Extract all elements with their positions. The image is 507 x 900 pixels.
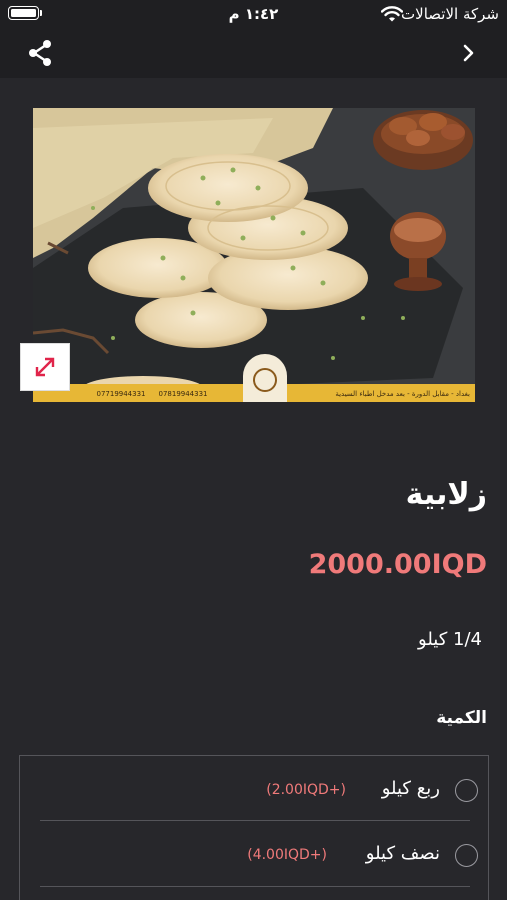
product-photo: بغداد - مقابل الدورة - بعد مدخل اطباء ال… — [33, 108, 475, 402]
image-phone-1: 07819944331 — [159, 390, 208, 398]
option-label: نصف كيلو — [365, 843, 440, 864]
product-title: زلابية — [405, 477, 487, 512]
option-quarter-kilo[interactable]: ربع كيلو (+2.00IQD) — [20, 758, 488, 822]
share-icon[interactable] — [26, 38, 56, 68]
option-half-kilo[interactable]: نصف كيلو (+4.00IQD) — [20, 823, 488, 887]
quantity-label: الكمية — [436, 708, 487, 728]
expand-icon — [35, 357, 55, 377]
option-price-extra: (+4.00IQD) — [247, 847, 327, 863]
wifi-icon — [381, 6, 403, 22]
image-banner-address: بغداد - مقابل الدورة - بعد مدخل اطباء ال… — [335, 390, 470, 398]
divider — [40, 820, 470, 821]
image-phone-2: 07719944331 — [97, 390, 146, 398]
option-price-extra: (+2.00IQD) — [266, 782, 346, 798]
divider — [40, 886, 470, 887]
status-bar: ١:٤٢ م شركة الاتصالات — [0, 0, 507, 30]
expand-image-button[interactable] — [20, 343, 70, 391]
option-label: ربع كيلو — [381, 778, 440, 799]
product-price: 2000.00IQD — [308, 549, 487, 580]
radio-button[interactable] — [455, 779, 478, 802]
chevron-right-icon[interactable] — [461, 42, 477, 64]
product-image: بغداد - مقابل الدورة - بعد مدخل اطباء ال… — [33, 108, 475, 402]
quantity-options: ربع كيلو (+2.00IQD) نصف كيلو (+4.00IQD) — [19, 755, 489, 900]
carrier-name: شركة الاتصالات — [401, 5, 499, 23]
nav-bar — [0, 30, 507, 78]
radio-button[interactable] — [455, 844, 478, 867]
product-unit: 1/4 كيلو — [418, 629, 482, 650]
